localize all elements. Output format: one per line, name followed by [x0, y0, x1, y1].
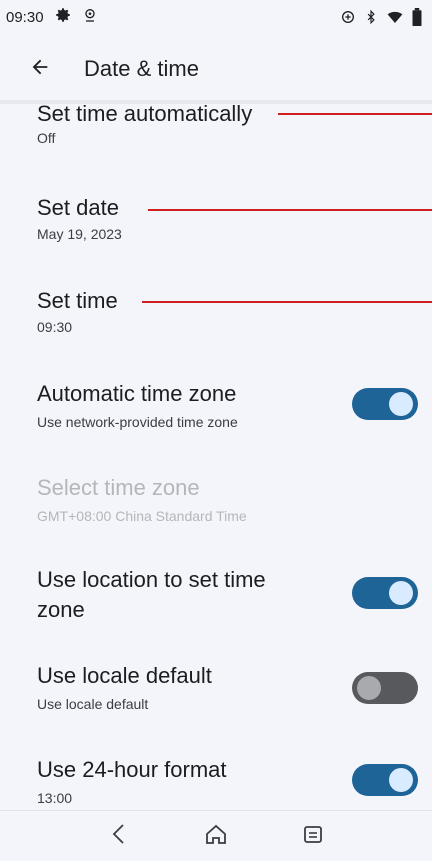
setting-subtitle: Off — [37, 130, 56, 146]
location-time-zone-toggle[interactable] — [352, 577, 418, 609]
nav-back-button[interactable] — [104, 821, 134, 851]
battery-icon — [412, 8, 422, 30]
setting-subtitle: Use network-provided time zone — [37, 414, 238, 430]
back-button[interactable] — [22, 51, 58, 87]
setting-select-time-zone: Select time zone GMT+08:00 China Standar… — [0, 474, 432, 534]
toggle-knob — [389, 581, 413, 605]
setting-subtitle: 09:30 — [37, 319, 73, 335]
annotation-line — [148, 209, 432, 211]
setting-title: Set time — [37, 288, 118, 313]
nav-home-button[interactable] — [201, 821, 231, 851]
setting-title: Select time zone — [37, 475, 200, 500]
gear-icon — [54, 6, 72, 28]
nav-recents-button[interactable] — [298, 821, 328, 851]
navigation-bar — [0, 810, 432, 861]
setting-title: Automatic time zone — [37, 381, 237, 406]
setting-subtitle: 13:00 — [37, 790, 73, 806]
arrow-back-icon — [29, 56, 51, 83]
setting-title: Set time automatically — [37, 104, 253, 126]
bluetooth-icon — [364, 9, 378, 29]
setting-subtitle: May 19, 2023 — [37, 226, 122, 242]
recents-nav-icon — [302, 823, 324, 850]
settings-list: Set time automatically Off Set date May … — [0, 104, 432, 810]
setting-set-time[interactable]: Set time 09:30 — [0, 287, 432, 347]
annotation-line — [142, 301, 432, 303]
toggle-knob — [389, 392, 413, 416]
annotation-line — [278, 113, 432, 115]
setting-automatic-time-zone[interactable]: Automatic time zone Use network-provided… — [0, 380, 432, 440]
setting-subtitle: Use locale default — [37, 696, 149, 712]
locale-default-toggle[interactable] — [352, 672, 418, 704]
setting-title-line2: zone — [37, 597, 85, 622]
app-bar: Date & time — [0, 34, 432, 104]
data-saver-icon — [340, 9, 356, 29]
wifi-icon — [386, 9, 404, 29]
setting-title: Use locale default — [37, 663, 212, 688]
page-title: Date & time — [84, 56, 199, 81]
toggle-knob — [389, 768, 413, 792]
24-hour-format-toggle[interactable] — [352, 764, 418, 796]
setting-use-24-hour-format[interactable]: Use 24-hour format 13:00 — [0, 756, 432, 810]
setting-subtitle: GMT+08:00 China Standard Time — [37, 508, 247, 524]
home-nav-icon — [204, 823, 228, 850]
setting-use-location-time-zone[interactable]: Use location to set time zone — [0, 566, 432, 632]
status-right-icons — [340, 8, 422, 30]
status-left-icons — [54, 6, 98, 28]
back-nav-icon — [109, 823, 129, 850]
setting-title: Use 24-hour format — [37, 757, 227, 782]
automatic-time-zone-toggle[interactable] — [352, 388, 418, 420]
status-time: 09:30 — [6, 8, 44, 26]
status-bar: 09:30 — [0, 0, 432, 34]
setting-set-time-automatically[interactable]: Set time automatically Off — [0, 104, 432, 160]
setting-title: Set date — [37, 195, 119, 220]
toggle-knob — [357, 676, 381, 700]
setting-use-locale-default[interactable]: Use locale default Use locale default — [0, 662, 432, 722]
setting-set-date[interactable]: Set date May 19, 2023 — [0, 194, 432, 254]
location-icon — [82, 6, 98, 28]
setting-title-line1: Use location to set time — [37, 567, 266, 592]
